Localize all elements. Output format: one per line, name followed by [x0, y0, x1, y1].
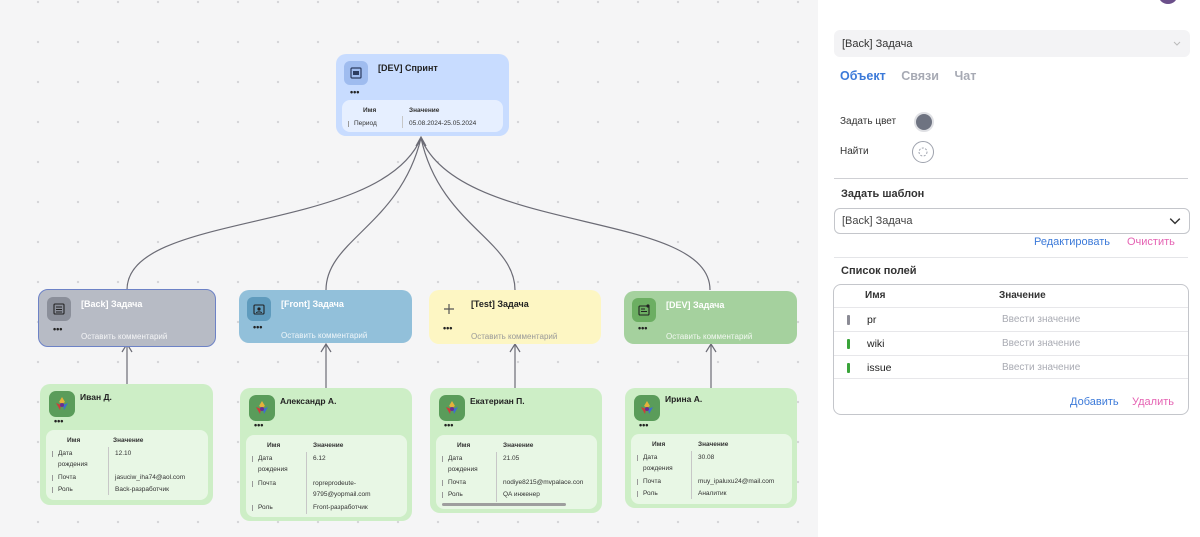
find-label: Найти — [840, 146, 869, 157]
tab-links[interactable]: Связи — [901, 69, 939, 83]
set-color-label: Задать цвет — [840, 116, 897, 127]
sprint-title: [DEV] Спринт — [378, 63, 438, 73]
task-menu-dots[interactable]: ••• — [638, 323, 647, 333]
fields-section-title: Список полей — [841, 265, 917, 277]
person-node-ivan[interactable]: Иван Д. ••• Имя Значение Дата рождения 12… — [40, 384, 213, 505]
tab-chat[interactable]: Чат — [954, 69, 976, 83]
comment-prompt[interactable]: Оставить комментарий — [81, 332, 167, 341]
color-swatch[interactable] — [914, 112, 934, 132]
clear-template-link[interactable]: Очистить — [1127, 236, 1175, 248]
fields-table: Имя Значение pr Ввести значение wiki Вве… — [833, 284, 1189, 415]
person-menu-dots[interactable]: ••• — [54, 416, 63, 426]
template-section-title: Задать шаблон — [841, 188, 925, 200]
horizontal-scrollbar[interactable] — [442, 503, 566, 506]
field-value-input[interactable]: Ввести значение — [1002, 338, 1080, 349]
list-icon — [47, 297, 71, 321]
divider — [834, 257, 1188, 258]
avatar — [249, 395, 275, 421]
user-avatar[interactable] — [1158, 0, 1178, 4]
task-node-dev[interactable]: [DEV] Задача ••• Оставить комментарий — [624, 291, 797, 344]
fields-col-name: Имя — [865, 290, 886, 301]
person-menu-dots[interactable]: ••• — [639, 420, 648, 430]
task-menu-dots[interactable]: ••• — [253, 322, 262, 332]
edge-front-to-sprint — [325, 137, 422, 291]
task-node-test[interactable]: [Test] Задача ••• Оставить комментарий — [429, 290, 601, 344]
comment-prompt[interactable]: Оставить комментарий — [471, 332, 557, 341]
person-name: Ирина А. — [665, 394, 703, 404]
field-row[interactable]: pr Ввести значение — [834, 307, 1188, 331]
field-marker — [847, 363, 850, 373]
comment-prompt[interactable]: Оставить комментарий — [666, 332, 752, 341]
template-value: [Back] Задача — [842, 215, 913, 227]
field-marker — [847, 315, 850, 325]
properties-panel: [Back] Задача Объект Связи Чат Задать цв… — [818, 0, 1200, 537]
field-row[interactable]: issue Ввести значение — [834, 355, 1188, 379]
edge-dev-to-sprint — [420, 137, 711, 291]
task-menu-dots[interactable]: ••• — [53, 324, 62, 334]
locate-icon[interactable] — [912, 141, 934, 163]
field-name: issue — [867, 362, 892, 374]
person-node-irina[interactable]: Ирина А. ••• Имя Значение Дата рождения 3… — [625, 388, 797, 508]
field-name: wiki — [867, 338, 885, 350]
template-select[interactable]: [Back] Задача — [834, 208, 1190, 234]
avatar — [634, 395, 660, 421]
edge-back-to-sprint — [126, 137, 422, 291]
delete-field-link[interactable]: Удалить — [1132, 396, 1174, 408]
person-props-table: Имя Значение Дата рождения 21.05 Почта nod… — [436, 435, 597, 509]
person-props-table: Имя Значение Дата рождения 12.10 Почта jas… — [46, 430, 208, 500]
avatar — [49, 391, 75, 417]
field-name: pr — [867, 314, 877, 326]
person-props-table: Имя Значение Дата рождения 30.08 Почта muy… — [631, 434, 792, 504]
sprint-props-table: Имя Значение Период 05.08.2024-25.05.202… — [342, 100, 503, 132]
field-value-input[interactable]: Ввести значение — [1002, 314, 1080, 325]
task-title: [DEV] Задача — [666, 300, 725, 310]
field-row[interactable]: wiki Ввести значение — [834, 331, 1188, 355]
graph-canvas[interactable]: [DEV] Спринт ••• Имя Значение Период 05.… — [0, 0, 818, 537]
task-title: [Back] Задача — [81, 299, 143, 309]
plus-icon — [437, 297, 461, 321]
sprint-menu-dots[interactable]: ••• — [350, 87, 359, 97]
edit-template-link[interactable]: Редактировать — [1034, 236, 1110, 248]
divider — [834, 178, 1188, 179]
col-value-header: Значение — [409, 107, 440, 114]
person-name: Александр А. — [280, 396, 337, 406]
field-marker — [847, 339, 850, 349]
person-node-alexander[interactable]: Александр А. ••• Имя Значение Дата рожде… — [240, 388, 412, 521]
task-node-front[interactable]: [Front] Задача ••• Оставить комментарий — [239, 290, 412, 343]
person-menu-dots[interactable]: ••• — [254, 420, 263, 430]
person-menu-dots[interactable]: ••• — [444, 420, 453, 430]
add-field-link[interactable]: Добавить — [1070, 396, 1119, 408]
board-icon — [632, 298, 656, 322]
chevron-down-icon — [1173, 41, 1181, 46]
node-selector-value: [Back] Задача — [842, 38, 913, 50]
id-card-icon — [247, 297, 271, 321]
chevron-down-icon — [1169, 218, 1181, 225]
person-node-ekaterina[interactable]: Екатериан П. ••• Имя Значение Дата рожде… — [430, 388, 602, 513]
panel-tabs: Объект Связи Чат — [840, 69, 988, 83]
tab-object[interactable]: Объект — [840, 69, 886, 83]
comment-prompt[interactable]: Оставить комментарий — [281, 331, 367, 340]
calendar-icon — [344, 61, 368, 85]
fields-col-value: Значение — [999, 290, 1046, 301]
field-value-input[interactable]: Ввести значение — [1002, 362, 1080, 373]
task-title: [Test] Задача — [471, 299, 529, 309]
task-node-back[interactable]: [Back] Задача ••• Оставить комментарий — [38, 289, 216, 347]
person-name: Иван Д. — [80, 392, 112, 402]
sprint-node[interactable]: [DEV] Спринт ••• Имя Значение Период 05.… — [336, 54, 509, 136]
node-selector[interactable]: [Back] Задача — [834, 30, 1190, 57]
person-name: Екатериан П. — [470, 396, 525, 406]
task-title: [Front] Задача — [281, 299, 344, 309]
col-name-header: Имя — [363, 107, 377, 114]
task-menu-dots[interactable]: ••• — [443, 323, 452, 333]
person-props-table: Имя Значение Дата рождения 6.12 Почта ropr… — [246, 435, 407, 517]
avatar — [439, 395, 465, 421]
